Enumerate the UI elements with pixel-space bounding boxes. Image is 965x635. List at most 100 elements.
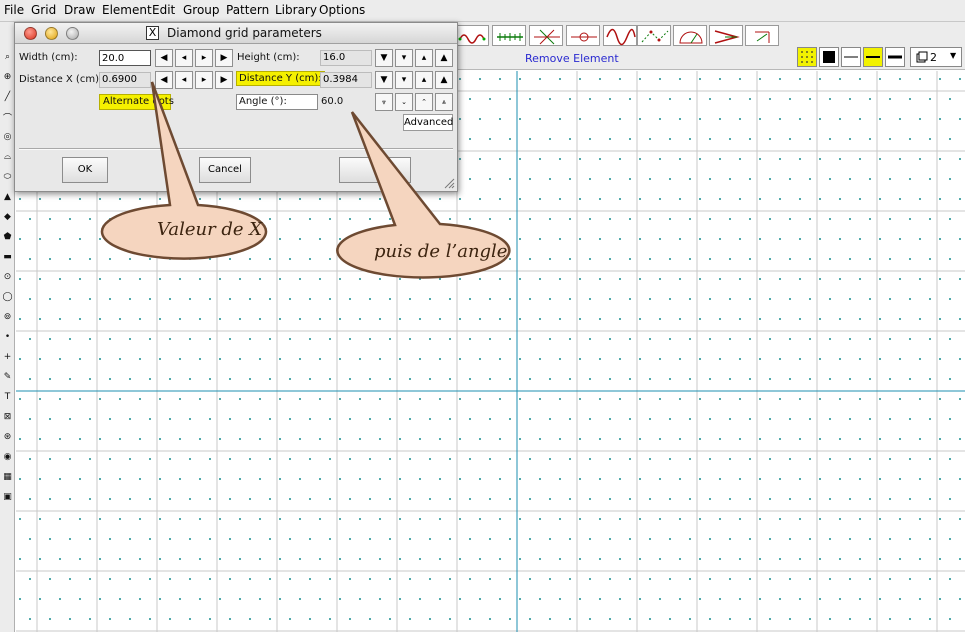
disty-decrease-button[interactable]: ▾ [395, 71, 413, 89]
height-increase-button[interactable]: ▴ [415, 49, 433, 67]
grid-dot [729, 98, 731, 100]
distance-y-toggle[interactable]: Distance Y (cm): [236, 71, 325, 86]
rectangle-icon[interactable]: ▬ [0, 248, 15, 266]
distance-y-field[interactable]: 0.3984 [320, 72, 372, 88]
zoom-window-button[interactable] [66, 27, 79, 40]
resize-grip-icon[interactable] [443, 177, 455, 189]
help-button[interactable]: ? [339, 157, 411, 183]
menu-draw[interactable]: Draw [64, 3, 95, 17]
triangle-icon[interactable]: ▲ [0, 188, 15, 206]
polygon-icon[interactable]: ⬟ [0, 228, 15, 246]
circle-point-icon[interactable] [566, 25, 600, 46]
grid-pattern-icon[interactable]: ▣ [0, 488, 15, 506]
arc-icon[interactable]: ⌓ [0, 148, 15, 166]
select-icon[interactable]: ⊕ [0, 68, 15, 86]
angle-increase-button[interactable]: ⌃ [415, 93, 433, 111]
grid-dot [909, 458, 911, 460]
target-icon[interactable]: ⊛ [0, 428, 15, 446]
arrow-snap-icon[interactable] [745, 25, 779, 46]
arrow-shape-icon[interactable] [709, 25, 743, 46]
circle-icon[interactable]: ⊙ [0, 268, 15, 286]
minimize-window-button[interactable] [45, 27, 58, 40]
menu-file[interactable]: File [4, 3, 24, 17]
ok-button[interactable]: OK [62, 157, 108, 183]
distx-increase-button[interactable]: ▸ [195, 71, 213, 89]
diamond-icon[interactable]: ◆ [0, 208, 15, 226]
layer-select[interactable]: 2 ▼ [910, 47, 962, 67]
grid-dot [809, 338, 811, 340]
grid-dot [649, 218, 651, 220]
line-icon[interactable]: ╱ [0, 88, 15, 106]
distance-x-field[interactable]: 0.6900 [99, 72, 151, 88]
remove-element-button[interactable]: Remove Element [525, 52, 619, 65]
menu-library[interactable]: Library [275, 3, 317, 17]
solid-fill-style-icon[interactable] [819, 47, 839, 67]
spiral-icon[interactable]: ◎ [0, 128, 15, 146]
dotted-path-icon[interactable] [637, 25, 671, 46]
transform-icon[interactable]: ⊠ [0, 408, 15, 426]
menu-edit[interactable]: Edit [152, 3, 175, 17]
disty-increase-button[interactable]: ▴ [415, 71, 433, 89]
grid-dot [359, 278, 361, 280]
sine-wave-icon[interactable] [603, 25, 637, 46]
menu-grid[interactable]: Grid [31, 3, 56, 17]
width-decrease-large-button[interactable]: ◀ [155, 49, 173, 67]
highlight-line-style-icon[interactable] [863, 47, 883, 67]
grid-dot [89, 378, 91, 380]
angle-decrease-large-button[interactable]: ⩔ [375, 93, 393, 111]
alternate-dots-toggle[interactable]: Alternate dots [99, 94, 174, 110]
checker-icon[interactable]: ▦ [0, 468, 15, 486]
angle-decrease-button[interactable]: ⌄ [395, 93, 413, 111]
dot-grid-style-icon[interactable] [797, 47, 817, 67]
grid-dot [449, 338, 451, 340]
thin-line-style-icon[interactable] [841, 47, 861, 67]
height-increase-large-button[interactable]: ▲ [435, 49, 453, 67]
width-field[interactable] [99, 50, 151, 66]
grid-dot [529, 218, 531, 220]
width-increase-large-button[interactable]: ▶ [215, 49, 233, 67]
grid-dot [939, 558, 941, 560]
disty-increase-large-button[interactable]: ▲ [435, 71, 453, 89]
curve-icon[interactable]: ⌒ [0, 108, 15, 126]
spiral-pattern-icon[interactable]: ◉ [0, 448, 15, 466]
wave-path-icon[interactable] [455, 25, 489, 46]
angle-field[interactable]: 60.0 [321, 96, 343, 107]
menu-options[interactable]: Options [319, 3, 365, 17]
grid-dot [759, 558, 761, 560]
measure-ruler-icon[interactable] [492, 25, 526, 46]
text-icon[interactable]: T [0, 388, 15, 406]
grid-dot [829, 458, 831, 460]
ellipse-icon[interactable]: ⬭ [0, 168, 15, 186]
dialog-titlebar[interactable]: X Diamond grid parameters [15, 23, 457, 44]
distx-decrease-button[interactable]: ◂ [175, 71, 193, 89]
pen-icon[interactable]: ✎ [0, 368, 15, 386]
width-increase-button[interactable]: ▸ [195, 49, 213, 67]
distx-increase-large-button[interactable]: ▶ [215, 71, 233, 89]
cancel-button[interactable]: Cancel [199, 157, 251, 183]
height-field[interactable]: 16.0 [320, 50, 372, 66]
grid-dot [879, 358, 881, 360]
dot-icon[interactable]: • [0, 328, 15, 346]
width-decrease-button[interactable]: ◂ [175, 49, 193, 67]
node-icon[interactable]: ⊚ [0, 308, 15, 326]
menu-group[interactable]: Group [183, 3, 220, 17]
height-decrease-button[interactable]: ▾ [395, 49, 413, 67]
thick-line-style-icon[interactable] [885, 47, 905, 67]
menu-pattern[interactable]: Pattern [226, 3, 269, 17]
grid-dot [519, 358, 521, 360]
angle-increase-large-button[interactable]: ⩓ [435, 93, 453, 111]
grid-dot [109, 218, 111, 220]
grid-dot [99, 438, 101, 440]
disty-decrease-large-button[interactable]: ▼ [375, 71, 393, 89]
grid-dot [639, 438, 641, 440]
menu-element[interactable]: Element [102, 3, 152, 17]
plus-icon[interactable]: + [0, 348, 15, 366]
zoom-icon[interactable]: ⌕ [0, 48, 15, 66]
close-window-button[interactable] [24, 27, 37, 40]
oval-icon[interactable]: ◯ [0, 288, 15, 306]
distx-decrease-large-button[interactable]: ◀ [155, 71, 173, 89]
protractor-icon[interactable] [673, 25, 707, 46]
advanced-button[interactable]: Advanced [403, 114, 453, 131]
height-decrease-large-button[interactable]: ▼ [375, 49, 393, 67]
scissors-cross-icon[interactable] [529, 25, 563, 46]
